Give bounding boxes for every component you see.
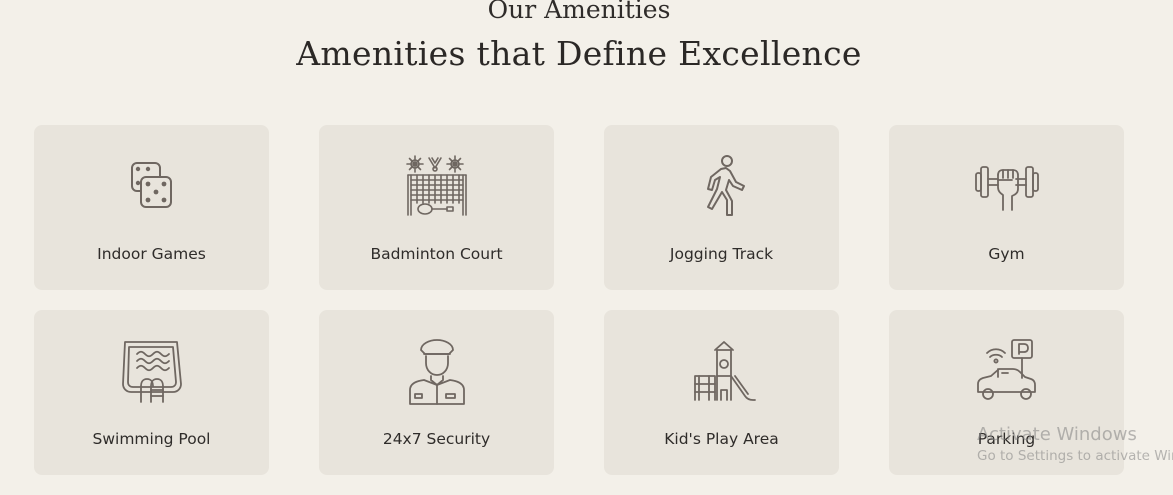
car-parking-icon [972, 338, 1042, 408]
dumbbell-fist-icon [972, 153, 1042, 223]
playground-slide-icon [687, 338, 757, 408]
windows-activation-watermark: Activate Windows Go to Settings to activ… [977, 424, 1173, 466]
pool-ladder-icon [117, 338, 187, 408]
amenity-card-security[interactable]: 24x7 Security [319, 310, 554, 475]
amenity-label: Swimming Pool [92, 430, 211, 448]
amenity-label: Gym [988, 245, 1025, 263]
watermark-title: Activate Windows [977, 424, 1137, 445]
dice-icon [117, 153, 187, 223]
amenity-card-gym[interactable]: Gym [889, 125, 1124, 290]
amenity-label: Indoor Games [97, 245, 206, 263]
amenity-label: Jogging Track [669, 245, 774, 263]
amenity-card-indoor-games[interactable]: Indoor Games [34, 125, 269, 290]
amenity-card-kids-play-area[interactable]: Kid's Play Area [604, 310, 839, 475]
amenity-card-badminton-court[interactable]: Badminton Court [319, 125, 554, 290]
section-heading: Amenities that Define Excellence [296, 34, 862, 73]
amenity-card-swimming-pool[interactable]: Swimming Pool [34, 310, 269, 475]
walking-person-icon [687, 153, 757, 223]
amenity-card-jogging-track[interactable]: Jogging Track [604, 125, 839, 290]
amenity-label: Kid's Play Area [664, 430, 779, 448]
section-eyebrow: Our Amenities [487, 0, 671, 24]
amenity-label: Badminton Court [370, 245, 503, 263]
security-guard-icon [402, 338, 472, 408]
amenity-label: 24x7 Security [382, 430, 491, 448]
badminton-net-icon [402, 153, 472, 223]
watermark-subtitle: Go to Settings to activate Windows. [977, 448, 1173, 464]
